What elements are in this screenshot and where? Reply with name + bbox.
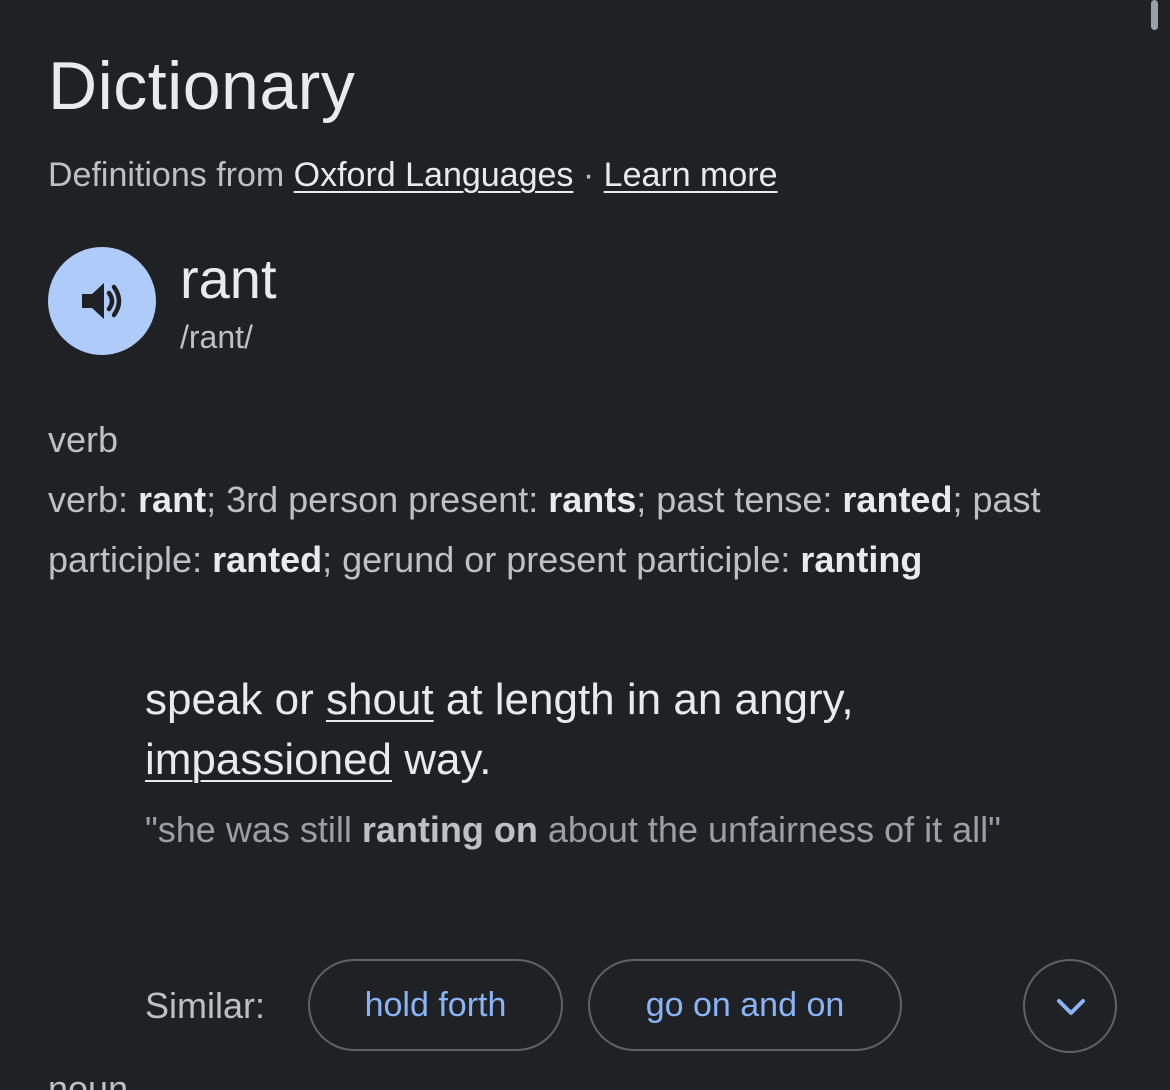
form-value: ranting: [800, 539, 923, 580]
form-value: ranted: [842, 479, 953, 520]
chevron-down-icon: [1057, 999, 1085, 1015]
definition-part: at length in an angry,: [433, 675, 854, 724]
definition-text: speak or shout at length in an angry, im…: [145, 670, 1105, 790]
separator-dot: ·: [582, 156, 595, 194]
similar-chip-hold-forth[interactable]: hold forth: [308, 959, 563, 1051]
example-highlight: ranting on: [361, 809, 538, 850]
similar-label: Similar:: [145, 985, 266, 1026]
verb-forms: verb: rant; 3rd person present: rants; p…: [48, 470, 1108, 590]
form-label: ; past tense:: [636, 479, 843, 520]
headword: rant: [180, 247, 277, 310]
speaker-icon: [82, 283, 122, 319]
next-part-of-speech: noun: [48, 1068, 129, 1090]
example-sentence: "she was still ranting on about the unfa…: [145, 800, 1105, 860]
scrollbar[interactable]: [1151, 0, 1158, 30]
shout-link[interactable]: shout: [326, 675, 434, 724]
pronunciation-audio-button[interactable]: [48, 247, 156, 355]
definition-part: way.: [392, 735, 492, 784]
source-prefix: Definitions from: [48, 156, 285, 194]
definition-part: speak or: [145, 675, 326, 724]
part-of-speech: verb: [48, 419, 119, 460]
impassioned-link[interactable]: impassioned: [145, 735, 392, 784]
form-value: ranted: [212, 539, 323, 580]
example-part: "she was still: [145, 809, 362, 850]
form-label: ; 3rd person present:: [206, 479, 549, 520]
form-label: verb:: [48, 479, 139, 520]
source-line: Definitions from Oxford Languages · Lear…: [48, 155, 778, 195]
similar-chip-go-on-and-on[interactable]: go on and on: [588, 959, 902, 1051]
form-value: rants: [548, 479, 637, 520]
page-title: Dictionary: [48, 48, 356, 124]
phonetic-spelling: /rant/: [180, 319, 253, 355]
oxford-languages-link[interactable]: Oxford Languages: [294, 156, 574, 194]
expand-button[interactable]: [1023, 959, 1117, 1053]
form-value: rant: [138, 479, 207, 520]
form-label: ; gerund or present participle:: [322, 539, 801, 580]
example-part: about the unfairness of it all": [537, 809, 1001, 850]
learn-more-link[interactable]: Learn more: [604, 156, 778, 194]
